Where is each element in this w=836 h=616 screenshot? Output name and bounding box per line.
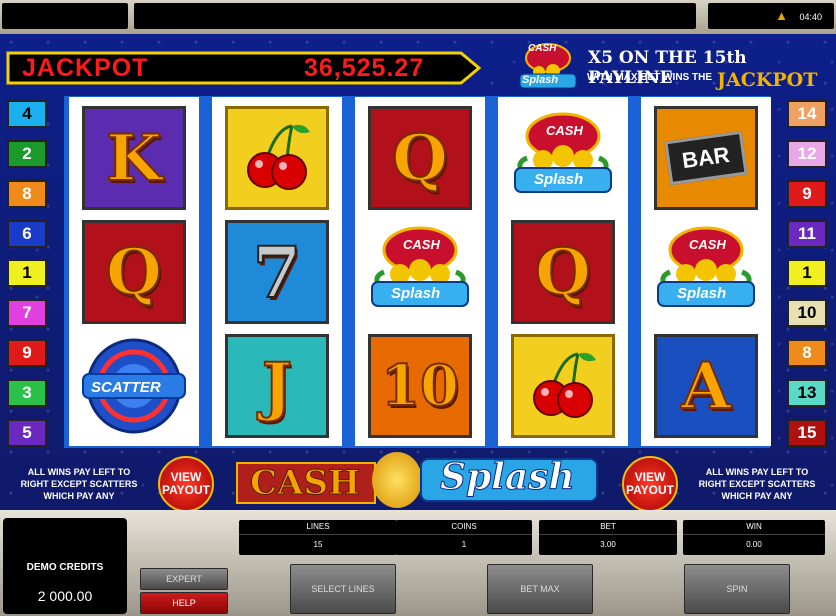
symbol-cash-splash: CASH Splash bbox=[361, 217, 479, 327]
reel-3: Q CASH Splash 10 bbox=[355, 97, 485, 446]
symbol-a: A bbox=[647, 331, 765, 441]
payline-tag-right[interactable]: 15 bbox=[787, 419, 827, 447]
scatter-label: SCATTER bbox=[91, 379, 161, 396]
symbol-ten: 10 bbox=[361, 331, 479, 441]
cash-label: CASH bbox=[546, 123, 583, 138]
cherries-icon bbox=[247, 124, 310, 190]
cash-label: CASH bbox=[403, 237, 440, 252]
payline-tag-right[interactable]: 10 bbox=[787, 299, 827, 327]
bet-value: 3.00 bbox=[600, 540, 616, 549]
credits-display: DEMO CREDITS 2 000.00 bbox=[3, 518, 127, 614]
reel-2: 7 J bbox=[212, 97, 342, 446]
flame-icon: ▲ bbox=[775, 8, 788, 23]
coins-value: 1 bbox=[461, 540, 467, 549]
splash-label: Splash bbox=[391, 285, 441, 302]
payline-tag-right[interactable]: 11 bbox=[787, 220, 827, 248]
payline-tag-left[interactable]: 6 bbox=[7, 220, 47, 248]
promo-jackpot: JACKPOT bbox=[717, 69, 818, 91]
bet-label: BET bbox=[539, 520, 677, 535]
expert-button[interactable]: EXPERT bbox=[140, 568, 228, 590]
win-label: WIN bbox=[683, 520, 825, 535]
payline-tag-left[interactable]: 7 bbox=[7, 299, 47, 327]
bar-label: BAR bbox=[664, 130, 748, 186]
splash-label: Splash bbox=[534, 171, 584, 188]
payline-tag-left[interactable]: 8 bbox=[7, 180, 47, 208]
symbol-j: J bbox=[218, 331, 336, 441]
symbol-cash-splash: CASH Splash bbox=[504, 103, 622, 213]
bet-max-button[interactable]: BET MAX bbox=[487, 564, 593, 614]
credits-value: 2 000.00 bbox=[37, 588, 93, 604]
reel-5: BAR CASH Splash A bbox=[641, 97, 771, 446]
coins-label: COINS bbox=[396, 520, 532, 535]
logo-cash-text: CASH bbox=[249, 463, 361, 504]
symbol-bar: BAR bbox=[647, 103, 765, 213]
payline-tag-left[interactable]: 1 bbox=[7, 259, 47, 287]
symbol-cash-splash: CASH Splash bbox=[647, 217, 765, 327]
credits-label: DEMO CREDITS bbox=[26, 562, 104, 573]
view-payout-button-right[interactable]: VIEW PAYOUT bbox=[622, 456, 678, 512]
splash-label: Splash bbox=[677, 285, 727, 302]
status-message-panel bbox=[134, 3, 696, 29]
symbol-q: Q bbox=[361, 103, 479, 213]
reel-4: CASH Splash Q bbox=[498, 97, 628, 446]
bet-meter: BET 3.00 bbox=[539, 520, 677, 555]
clock: 04:40 bbox=[799, 12, 822, 22]
symbol-cherries bbox=[218, 103, 336, 213]
symbol-seven: 7 bbox=[218, 217, 336, 327]
jackpot-label: JACKPOT bbox=[22, 54, 149, 82]
jackpot-value: 36,525.27 bbox=[304, 54, 425, 82]
win-meter: WIN 0.00 bbox=[683, 520, 825, 555]
mini-logo-splash: Splash bbox=[522, 74, 559, 86]
cherries-icon bbox=[533, 352, 596, 418]
symbol-k: K bbox=[75, 103, 193, 213]
gold-coins-icon bbox=[372, 452, 422, 508]
status-panel-left bbox=[2, 3, 128, 29]
symbol-cherries bbox=[504, 331, 622, 441]
reel-1: K Q SCATTER bbox=[69, 97, 199, 446]
coins-meter: COINS 1 bbox=[396, 520, 532, 555]
mini-logo-cash: CASH bbox=[528, 43, 557, 54]
payline-tag-left[interactable]: 9 bbox=[7, 339, 47, 367]
top-status-bar: ▲ 04:40 bbox=[0, 0, 836, 34]
payline-tag-right[interactable]: 13 bbox=[787, 379, 827, 407]
symbol-q: Q bbox=[75, 217, 193, 327]
symbol-q: Q bbox=[504, 217, 622, 327]
payline-tag-right[interactable]: 12 bbox=[787, 140, 827, 168]
payline-tag-right[interactable]: 14 bbox=[787, 100, 827, 128]
payline-tag-left[interactable]: 3 bbox=[7, 379, 47, 407]
rules-text-right: ALL WINS PAY LEFT TO RIGHT EXCEPT SCATTER… bbox=[698, 467, 816, 501]
help-button[interactable]: HELP bbox=[140, 592, 228, 614]
view-payout-button-left[interactable]: VIEW PAYOUT bbox=[158, 456, 214, 512]
rules-text-left: ALL WINS PAY LEFT TO RIGHT EXCEPT SCATTER… bbox=[20, 467, 138, 501]
payline-tag-left[interactable]: 4 bbox=[7, 100, 47, 128]
win-value: 0.00 bbox=[746, 540, 762, 549]
payline-tag-right[interactable]: 1 bbox=[787, 259, 827, 287]
symbol-scatter: SCATTER bbox=[75, 331, 193, 441]
lines-label: LINES bbox=[239, 520, 397, 535]
cash-label: CASH bbox=[689, 237, 726, 252]
select-lines-button[interactable]: SELECT LINES bbox=[290, 564, 396, 614]
spin-button[interactable]: SPIN bbox=[684, 564, 790, 614]
lines-value: 15 bbox=[313, 540, 323, 549]
payline-tag-left[interactable]: 5 bbox=[7, 419, 47, 447]
payline-tag-right[interactable]: 9 bbox=[787, 180, 827, 208]
promo-line-2: WITH MAX BET WINS THE bbox=[587, 72, 712, 83]
logo-splash-text: Splash bbox=[440, 456, 576, 499]
payline-tag-left[interactable]: 2 bbox=[7, 140, 47, 168]
payline-tag-right[interactable]: 8 bbox=[787, 339, 827, 367]
lines-meter: LINES 15 bbox=[239, 520, 397, 555]
